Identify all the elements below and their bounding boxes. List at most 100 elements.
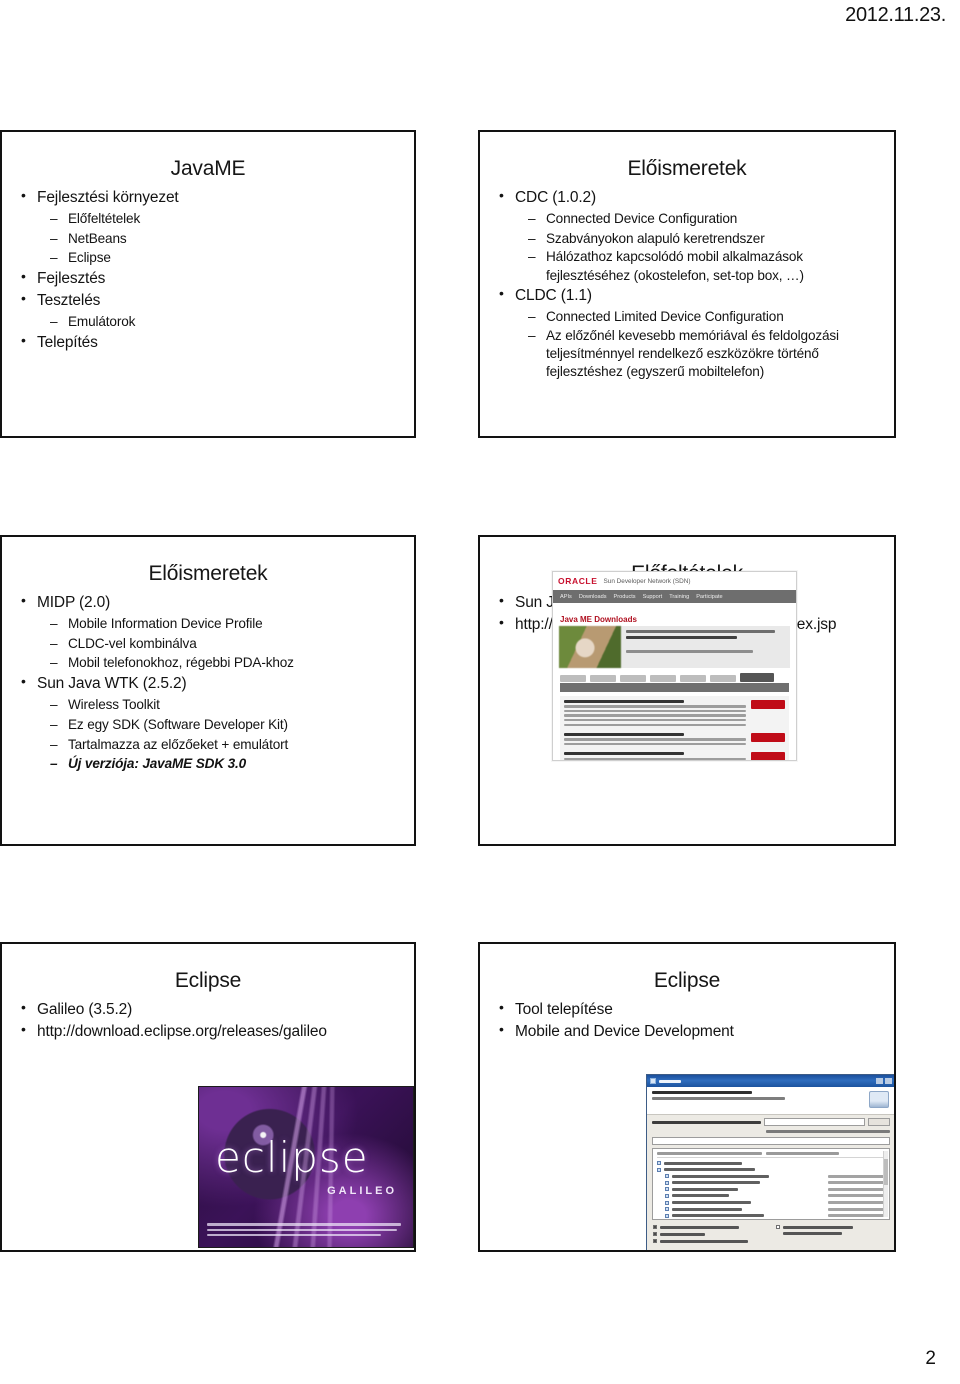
dialog-footer bbox=[647, 1250, 895, 1252]
tab[interactable] bbox=[710, 675, 736, 682]
sub-nav-bar[interactable] bbox=[560, 683, 789, 692]
tab[interactable] bbox=[620, 675, 646, 682]
tree-node[interactable] bbox=[657, 1167, 885, 1172]
page-number: 2 bbox=[925, 1348, 936, 1369]
bullet-item: Sun Java WTK (2.5.2) bbox=[18, 672, 404, 695]
bullet-item: http://download.eclipse.org/releases/gal… bbox=[18, 1020, 404, 1043]
tree-node[interactable] bbox=[665, 1180, 885, 1185]
minimize-icon[interactable] bbox=[876, 1078, 883, 1084]
tab[interactable] bbox=[590, 675, 616, 682]
tree-node[interactable] bbox=[665, 1207, 885, 1212]
bullet-item: Mobil telefonokhoz, régebbi PDA-khoz bbox=[18, 653, 404, 673]
slide-title: Előismeretek bbox=[627, 157, 747, 180]
dialog-options bbox=[647, 1220, 894, 1248]
filter-input[interactable] bbox=[652, 1137, 890, 1145]
slide-eloismeretek-midp-wtk: Előismeretek MIDP (2.0) Mobile Informati… bbox=[0, 535, 416, 846]
options-right-column bbox=[776, 1225, 889, 1246]
oracle-sdn-screenshot: ORACLE Sun Developer Network (SDN) APIs … bbox=[552, 571, 797, 761]
tree-header bbox=[657, 1152, 885, 1158]
bullet-item: Tool telepítése bbox=[496, 998, 884, 1021]
nav-item[interactable]: Support bbox=[643, 594, 663, 600]
window-controls[interactable] bbox=[876, 1078, 892, 1084]
bullet-list: Tool telepítése Mobile and Device Develo… bbox=[480, 998, 894, 1043]
bullet-item: Tartalmazza az előzőeket + emulátort bbox=[18, 735, 404, 755]
oracle-logo: ORACLE bbox=[558, 576, 598, 586]
bullet-item: Telepítés bbox=[18, 331, 404, 354]
option-checkbox[interactable] bbox=[653, 1239, 766, 1243]
tab-downloads[interactable] bbox=[740, 673, 774, 682]
download-description bbox=[564, 752, 746, 760]
download-button[interactable] bbox=[751, 700, 785, 709]
bullet-item: MIDP (2.0) bbox=[18, 591, 404, 614]
download-button[interactable] bbox=[751, 733, 785, 743]
oracle-nav-bar[interactable]: APIs Downloads Products Support Training… bbox=[553, 590, 796, 603]
tab[interactable] bbox=[680, 675, 706, 682]
bullet-item: Ez egy SDK (Software Developer Kit) bbox=[18, 715, 404, 735]
bullet-item: CLDC-vel kombinálva bbox=[18, 634, 404, 654]
tree-node[interactable] bbox=[665, 1200, 885, 1205]
download-description bbox=[564, 733, 746, 747]
handout-date: 2012.11.23. bbox=[845, 4, 946, 26]
dialog-header bbox=[647, 1087, 894, 1115]
bullet-list: CDC (1.0.2) Connected Device Configurati… bbox=[480, 186, 894, 382]
tab[interactable] bbox=[650, 675, 676, 682]
nav-item[interactable]: Participate bbox=[696, 594, 722, 600]
nav-item[interactable]: APIs bbox=[560, 594, 572, 600]
nav-item[interactable]: Training bbox=[669, 594, 689, 600]
close-icon[interactable] bbox=[885, 1078, 892, 1084]
work-with-combobox[interactable] bbox=[764, 1118, 865, 1126]
tree-node[interactable] bbox=[657, 1161, 885, 1165]
bullet-list: MIDP (2.0) Mobile Information Device Pro… bbox=[2, 591, 414, 774]
wizard-banner-icon bbox=[869, 1091, 889, 1108]
bullet-item: Mobile and Device Development bbox=[496, 1020, 884, 1043]
tab-strip[interactable] bbox=[553, 668, 796, 682]
dialog-title-text bbox=[659, 1079, 681, 1083]
download-description bbox=[564, 700, 746, 728]
work-with-row bbox=[647, 1115, 894, 1129]
tree-node[interactable] bbox=[665, 1213, 885, 1218]
bullet-item: NetBeans bbox=[18, 229, 404, 249]
option-checkbox[interactable] bbox=[653, 1232, 766, 1236]
add-site-button[interactable] bbox=[868, 1118, 890, 1126]
tree-node[interactable] bbox=[665, 1193, 885, 1198]
slide-title: Előismeretek bbox=[148, 562, 268, 585]
find-more-software-link[interactable] bbox=[647, 1129, 894, 1137]
bullet-item: Új verziója: JavaME SDK 3.0 bbox=[18, 754, 404, 774]
option-checkbox[interactable] bbox=[653, 1225, 766, 1229]
tab[interactable] bbox=[560, 675, 586, 682]
tree-node[interactable] bbox=[665, 1174, 885, 1179]
tree-scrollbar[interactable] bbox=[883, 1151, 888, 1217]
bullet-item: Wireless Toolkit bbox=[18, 695, 404, 715]
bullet-item: Előfeltételek bbox=[18, 209, 404, 229]
nav-item[interactable]: Products bbox=[614, 594, 636, 600]
bullet-item: Hálózathoz kapcsolódó mobil alkalmazások… bbox=[496, 248, 884, 284]
hero-image bbox=[559, 626, 621, 668]
bullet-item: CDC (1.0.2) bbox=[496, 186, 884, 209]
work-with-label bbox=[652, 1120, 762, 1124]
nav-item[interactable]: Downloads bbox=[579, 594, 607, 600]
download-button[interactable] bbox=[751, 752, 785, 760]
page-heading: Java ME Downloads bbox=[560, 615, 637, 624]
options-left-column bbox=[653, 1225, 766, 1246]
dialog-titlebar bbox=[647, 1075, 894, 1087]
tree-node[interactable] bbox=[665, 1187, 885, 1192]
slide-title: Eclipse bbox=[653, 969, 721, 992]
slide-javame: JavaME Fejlesztési környezet Előfeltétel… bbox=[0, 130, 416, 438]
bullet-item: Connected Limited Device Configuration bbox=[496, 307, 884, 327]
slide-elofeltetelek: Előfeltételek Sun Java WTK (2.5.2) http:… bbox=[478, 535, 896, 846]
eclipse-install-dialog-screenshot bbox=[646, 1074, 895, 1252]
bullet-item: Az előzőnél kevesebb memóriával és feldo… bbox=[496, 327, 884, 382]
slide-title: Eclipse bbox=[174, 969, 242, 992]
download-row bbox=[564, 752, 785, 760]
eclipse-galileo-splash: eclipse GALILEO bbox=[198, 1086, 414, 1248]
slide-eloismeretek-cdc-cldc: Előismeretek CDC (1.0.2) Connected Devic… bbox=[478, 130, 896, 438]
splash-legal-text bbox=[207, 1223, 405, 1239]
slide-eclipse-galileo: Eclipse Galileo (3.5.2) http://download.… bbox=[0, 942, 416, 1252]
slide-title: JavaME bbox=[170, 157, 246, 180]
option-hint bbox=[776, 1232, 889, 1235]
download-row bbox=[564, 700, 785, 728]
bullet-item: Fejlesztési környezet bbox=[18, 186, 404, 209]
software-tree[interactable] bbox=[652, 1148, 890, 1220]
option-checkbox[interactable] bbox=[776, 1225, 889, 1229]
hero-text bbox=[621, 626, 790, 668]
